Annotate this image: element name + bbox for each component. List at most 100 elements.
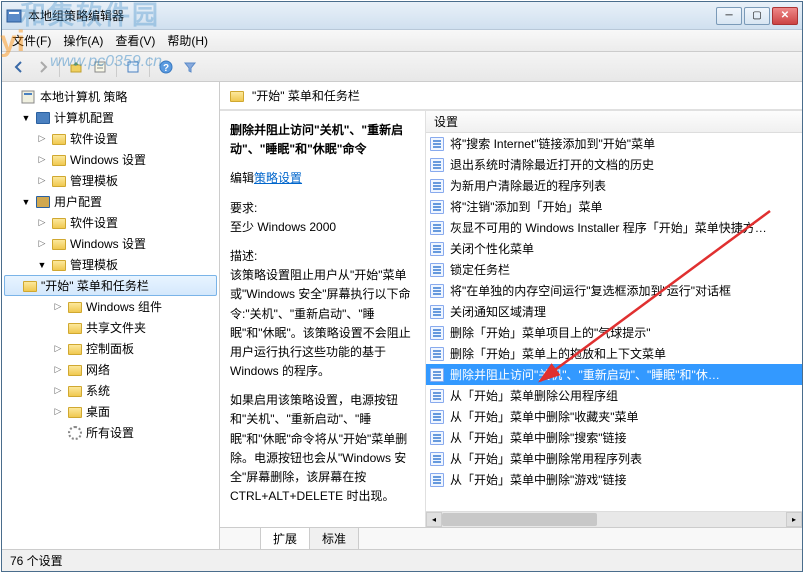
tree-label: 软件设置 (70, 130, 118, 147)
setting-item[interactable]: 将"搜索 Internet"链接添加到"开始"菜单 (426, 133, 802, 154)
policy-icon (430, 263, 444, 277)
policy-icon (430, 137, 444, 151)
folder-icon (52, 260, 66, 271)
tree-windows-settings-2[interactable]: Windows 设置 (4, 233, 217, 254)
setting-label: 从「开始」菜单中删除"收藏夹"菜单 (450, 408, 639, 425)
folder-icon (68, 386, 82, 397)
setting-item[interactable]: 将"在单独的内存空间运行"复选框添加到"运行"对话框 (426, 280, 802, 301)
folder-icon (52, 155, 66, 166)
setting-label: 将"注销"添加到「开始」菜单 (450, 198, 603, 215)
col-setting: 设置 (434, 113, 458, 130)
tree-software-settings-2[interactable]: 软件设置 (4, 212, 217, 233)
content-header: "开始" 菜单和任务栏 (220, 82, 802, 110)
tree-all-settings[interactable]: 所有设置 (4, 422, 217, 443)
requirements-label: 要求: (230, 199, 415, 218)
policy-icon (430, 179, 444, 193)
tab-standard[interactable]: 标准 (309, 528, 359, 550)
tree-label: Windows 组件 (86, 298, 162, 315)
edit-policy-link[interactable]: 策略设置 (254, 171, 302, 185)
tree-shared-folders[interactable]: 共享文件夹 (4, 317, 217, 338)
setting-label: 退出系统时清除最近打开的文档的历史 (450, 156, 654, 173)
tree-label: 计算机配置 (54, 109, 114, 126)
tree-label: Windows 设置 (70, 151, 146, 168)
tree-label: 管理模板 (70, 172, 118, 189)
tree-label: 共享文件夹 (86, 319, 146, 336)
menu-view[interactable]: 查看(V) (111, 30, 159, 51)
edit-prefix: 编辑 (230, 171, 254, 185)
tree-desktop[interactable]: 桌面 (4, 401, 217, 422)
tree-system[interactable]: 系统 (4, 380, 217, 401)
close-button[interactable]: ✕ (772, 7, 798, 25)
tree-admin-templates-2[interactable]: 管理模板 (4, 254, 217, 275)
folder-icon (52, 176, 66, 187)
tree-root[interactable]: 本地计算机 策略 (4, 86, 217, 107)
setting-item[interactable]: 灰显不可用的 Windows Installer 程序「开始」菜单快捷方… (426, 217, 802, 238)
detail-pane: 删除并阻止访问"关机"、"重新启动"、"睡眠"和"休眠"命令 编辑策略设置 要求… (220, 111, 426, 527)
setting-item[interactable]: 从「开始」菜单中删除"搜索"链接 (426, 427, 802, 448)
menu-help[interactable]: 帮助(H) (163, 30, 212, 51)
settings-list[interactable]: 将"搜索 Internet"链接添加到"开始"菜单退出系统时清除最近打开的文档的… (426, 133, 802, 511)
tree-computer-config[interactable]: 计算机配置 (4, 107, 217, 128)
tree-label: 软件设置 (70, 214, 118, 231)
maximize-button[interactable]: ▢ (744, 7, 770, 25)
filter-button[interactable] (179, 56, 201, 78)
setting-label: 删除「开始」菜单上的拖放和上下文菜单 (450, 345, 666, 362)
tree-network[interactable]: 网络 (4, 359, 217, 380)
setting-item[interactable]: 从「开始」菜单中删除"收藏夹"菜单 (426, 406, 802, 427)
help-button[interactable]: ? (155, 56, 177, 78)
tree-pane[interactable]: 本地计算机 策略 计算机配置 软件设置 Windows 设置 管理模板 (2, 82, 220, 549)
tree-software-settings[interactable]: 软件设置 (4, 128, 217, 149)
tree-label: 用户配置 (54, 193, 102, 210)
setting-item[interactable]: 锁定任务栏 (426, 259, 802, 280)
tree-windows-components[interactable]: Windows 组件 (4, 296, 217, 317)
scroll-right-button[interactable]: ▸ (786, 512, 802, 527)
policy-icon (430, 158, 444, 172)
setting-item[interactable]: 为新用户清除最近的程序列表 (426, 175, 802, 196)
setting-item[interactable]: 关闭个性化菜单 (426, 238, 802, 259)
tree-windows-settings[interactable]: Windows 设置 (4, 149, 217, 170)
setting-label: 将"在单独的内存空间运行"复选框添加到"运行"对话框 (450, 282, 731, 299)
setting-item[interactable]: 删除并阻止访问"关机"、"重新启动"、"睡眠"和"休… (426, 364, 802, 385)
list-column-header[interactable]: 设置 (426, 111, 802, 133)
tree-control-panel[interactable]: 控制面板 (4, 338, 217, 359)
setting-item[interactable]: 从「开始」菜单中删除常用程序列表 (426, 448, 802, 469)
window-title: 本地组策略编辑器 (28, 7, 716, 24)
setting-item[interactable]: 关闭通知区域清理 (426, 301, 802, 322)
status-count: 76 个设置 (10, 552, 63, 569)
tree-label: 本地计算机 策略 (40, 88, 127, 105)
setting-item[interactable]: 删除「开始」菜单上的拖放和上下文菜单 (426, 343, 802, 364)
view-tabs: 扩展 标准 (220, 527, 802, 549)
properties-button[interactable] (89, 56, 111, 78)
menu-action[interactable]: 操作(A) (59, 30, 107, 51)
export-button[interactable] (122, 56, 144, 78)
setting-label: 删除「开始」菜单项目上的"气球提示" (450, 324, 651, 341)
setting-item[interactable]: 删除「开始」菜单项目上的"气球提示" (426, 322, 802, 343)
tree-user-config[interactable]: 用户配置 (4, 191, 217, 212)
up-button[interactable] (65, 56, 87, 78)
policy-icon (430, 326, 444, 340)
detail-title: 删除并阻止访问"关机"、"重新启动"、"睡眠"和"休眠"命令 (230, 121, 415, 159)
setting-item[interactable]: 将"注销"添加到「开始」菜单 (426, 196, 802, 217)
back-button[interactable] (8, 56, 30, 78)
policy-icon (430, 347, 444, 361)
setting-item[interactable]: 从「开始」菜单中删除"游戏"链接 (426, 469, 802, 490)
tree-label: 网络 (86, 361, 110, 378)
tree-label: "开始" 菜单和任务栏 (41, 277, 149, 294)
tab-extended[interactable]: 扩展 (260, 528, 310, 550)
menu-file[interactable]: 文件(F) (8, 30, 55, 51)
setting-item[interactable]: 退出系统时清除最近打开的文档的历史 (426, 154, 802, 175)
tree-admin-templates[interactable]: 管理模板 (4, 170, 217, 191)
setting-item[interactable]: 从「开始」菜单删除公用程序组 (426, 385, 802, 406)
folder-icon (68, 302, 82, 313)
scrollbar-thumb[interactable] (442, 513, 597, 526)
gear-icon (68, 426, 82, 440)
scroll-left-button[interactable]: ◂ (426, 512, 442, 527)
svg-text:?: ? (163, 63, 169, 74)
folder-icon (68, 365, 82, 376)
computer-icon (36, 112, 50, 124)
horizontal-scrollbar[interactable]: ◂ ▸ (426, 511, 802, 527)
tree-start-taskbar[interactable]: "开始" 菜单和任务栏 (4, 275, 217, 296)
policy-icon (430, 305, 444, 319)
minimize-button[interactable]: ─ (716, 7, 742, 25)
forward-button[interactable] (32, 56, 54, 78)
